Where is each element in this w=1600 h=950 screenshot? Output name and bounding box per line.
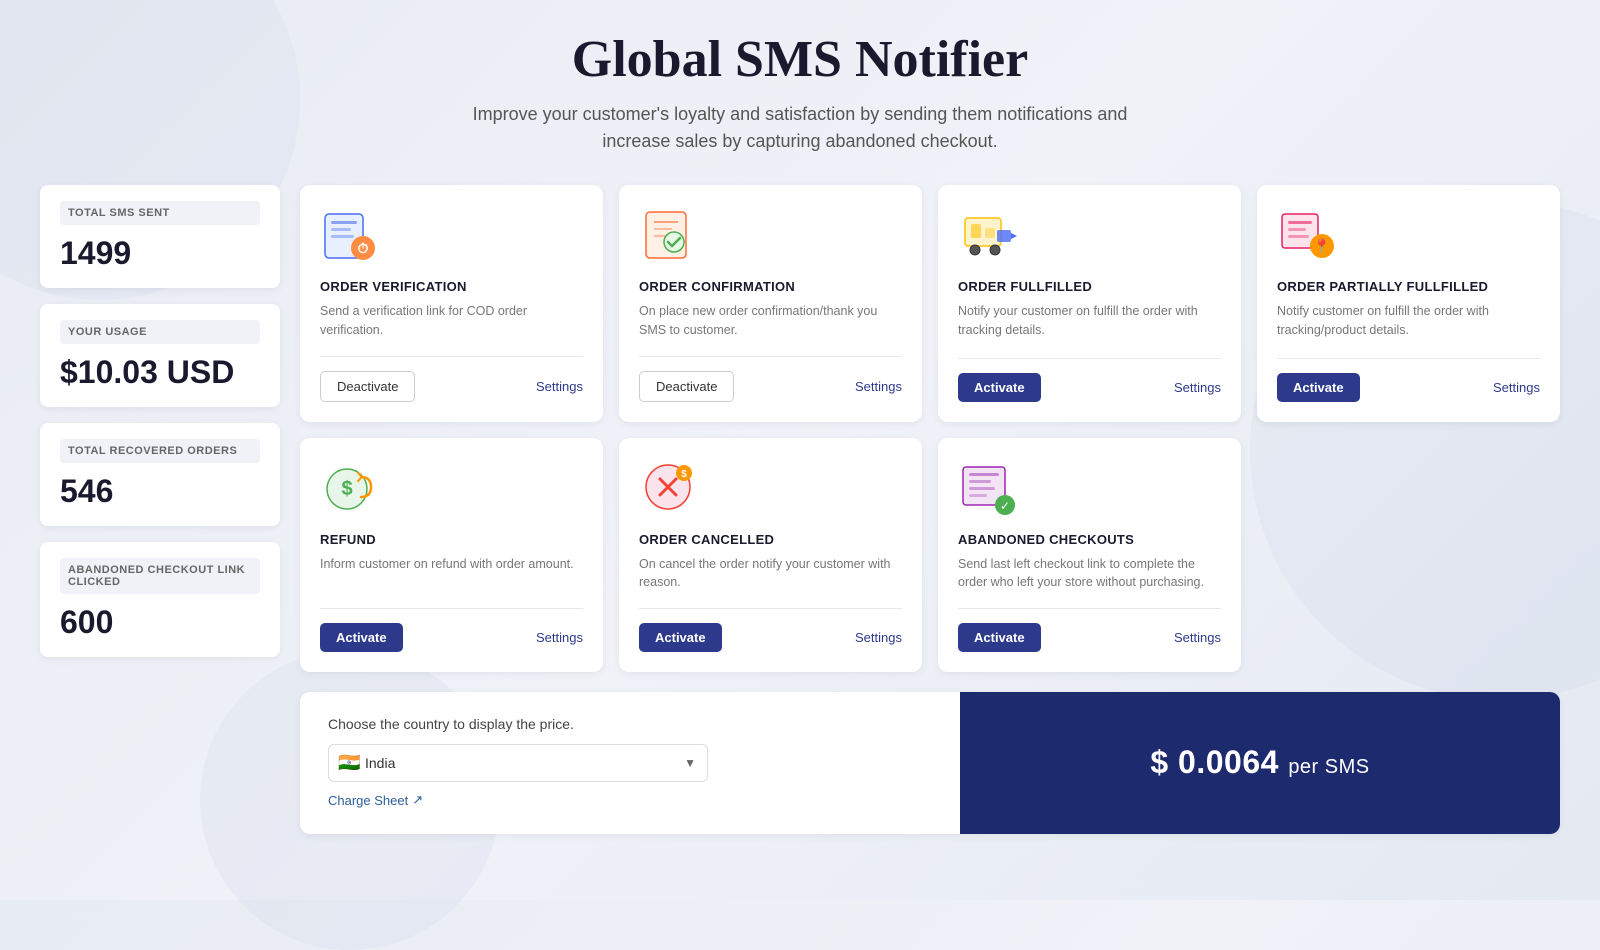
order-confirmation-primary-btn[interactable]: Deactivate: [639, 371, 734, 402]
bottom-section: Choose the country to display the price.…: [300, 692, 1560, 834]
abandoned-checkouts-primary-btn[interactable]: Activate: [958, 623, 1041, 652]
chevron-down-icon: ▼: [684, 756, 696, 770]
order-verification-icon: ⏱: [320, 205, 380, 265]
stat-label-usage: YOUR USAGE: [60, 320, 260, 344]
svg-text:$: $: [341, 478, 352, 500]
svg-text:$: $: [681, 469, 687, 480]
order-cancelled-actions: Activate Settings: [639, 623, 902, 652]
order-confirmation-settings-btn[interactable]: Settings: [855, 379, 902, 394]
price-unit: per SMS: [1288, 756, 1369, 778]
abandoned-checkouts-settings-btn[interactable]: Settings: [1174, 630, 1221, 645]
header: Global SMS Notifier Improve your custome…: [40, 30, 1560, 155]
order-verification-title: ORDER VERIFICATION: [320, 279, 583, 294]
stat-card-recovered-orders: TOTAL RECOVERED ORDERS 546: [40, 423, 280, 526]
card-order-fulfilled: ORDER FULLFILLED Notify your customer on…: [938, 185, 1241, 422]
order-fulfilled-icon: [958, 205, 1018, 265]
order-verification-primary-btn[interactable]: Deactivate: [320, 371, 415, 402]
svg-text:📍: 📍: [1313, 238, 1330, 255]
stat-value-sms-sent: 1499: [60, 231, 131, 275]
order-cancelled-primary-btn[interactable]: Activate: [639, 623, 722, 652]
refund-actions: Activate Settings: [320, 623, 583, 652]
page-title: Global SMS Notifier: [40, 30, 1560, 89]
stat-value-recovered-orders: 546: [60, 469, 113, 513]
refund-title: REFUND: [320, 532, 583, 547]
order-fulfilled-desc: Notify your customer on fulfill the orde…: [958, 302, 1221, 342]
price-display: $ 0.0064 per SMS: [1150, 744, 1369, 781]
country-select[interactable]: India United States United Kingdom: [328, 744, 708, 782]
india-flag-icon: 🇮🇳: [338, 753, 360, 774]
order-fulfilled-settings-btn[interactable]: Settings: [1174, 380, 1221, 395]
svg-text:⏱: ⏱: [358, 240, 369, 256]
stat-card-usage: YOUR USAGE $10.03 USD: [40, 304, 280, 407]
refund-primary-btn[interactable]: Activate: [320, 623, 403, 652]
card-order-cancelled: $ ORDER CANCELLED On cancel the order no…: [619, 438, 922, 673]
order-verification-settings-btn[interactable]: Settings: [536, 379, 583, 394]
order-partial-primary-btn[interactable]: Activate: [1277, 373, 1360, 402]
svg-text:✓: ✓: [1000, 499, 1010, 513]
stat-card-sms-sent: TOTAL SMS SENT 1499: [40, 185, 280, 288]
stat-value-usage: $10.03 USD: [60, 350, 234, 394]
country-select-wrapper: 🇮🇳 India United States United Kingdom ▼: [328, 744, 708, 782]
external-link-icon: ↗: [412, 792, 423, 808]
stat-label-recovered-orders: TOTAL RECOVERED ORDERS: [60, 439, 260, 463]
order-partial-settings-btn[interactable]: Settings: [1493, 380, 1540, 395]
stat-card-checkout-link: ABANDONED CHECKOUT LINK CLICKED 600: [40, 542, 280, 657]
abandoned-checkouts-title: ABANDONED CHECKOUTS: [958, 532, 1221, 547]
card-order-verification: ⏱ ORDER VERIFICATION Send a verification…: [300, 185, 603, 422]
order-cancelled-title: ORDER CANCELLED: [639, 532, 902, 547]
order-partial-icon: 📍: [1277, 205, 1337, 265]
page-subtitle: Improve your customer's loyalty and sati…: [40, 101, 1560, 155]
order-confirmation-icon: [639, 205, 699, 265]
card-order-confirmation: ORDER CONFIRMATION On place new order co…: [619, 185, 922, 422]
stat-label-sms-sent: TOTAL SMS SENT: [60, 201, 260, 225]
order-fulfilled-title: ORDER FULLFILLED: [958, 279, 1221, 294]
order-cancelled-icon: $: [639, 458, 699, 518]
order-confirmation-actions: Deactivate Settings: [639, 371, 902, 402]
order-verification-desc: Send a verification link for COD order v…: [320, 302, 583, 340]
content-area: ⏱ ORDER VERIFICATION Send a verification…: [300, 185, 1560, 834]
price-amount: $ 0.0064: [1150, 744, 1279, 780]
order-fulfilled-primary-btn[interactable]: Activate: [958, 373, 1041, 402]
cards-grid: ⏱ ORDER VERIFICATION Send a verification…: [300, 185, 1560, 672]
order-verification-actions: Deactivate Settings: [320, 371, 583, 402]
card-order-partial: 📍 ORDER PARTIALLY FULLFILLED Notify cust…: [1257, 185, 1560, 422]
stat-label-checkout-link: ABANDONED CHECKOUT LINK CLICKED: [60, 558, 260, 594]
card-refund: $ REFUND Inform customer on refund with …: [300, 438, 603, 673]
abandoned-checkouts-desc: Send last left checkout link to complete…: [958, 555, 1221, 593]
order-cancelled-desc: On cancel the order notify your customer…: [639, 555, 902, 593]
order-cancelled-settings-btn[interactable]: Settings: [855, 630, 902, 645]
price-banner: $ 0.0064 per SMS: [960, 692, 1560, 834]
country-selector: Choose the country to display the price.…: [300, 692, 960, 834]
refund-icon: $: [320, 458, 380, 518]
order-partial-title: ORDER PARTIALLY FULLFILLED: [1277, 279, 1540, 294]
charge-sheet-link[interactable]: Charge Sheet ↗: [328, 792, 423, 808]
stats-sidebar: TOTAL SMS SENT 1499 YOUR USAGE $10.03 US…: [40, 185, 280, 657]
refund-desc: Inform customer on refund with order amo…: [320, 555, 583, 593]
main-layout: TOTAL SMS SENT 1499 YOUR USAGE $10.03 US…: [40, 185, 1560, 834]
order-confirmation-desc: On place new order confirmation/thank yo…: [639, 302, 902, 340]
order-fulfilled-actions: Activate Settings: [958, 373, 1221, 402]
order-partial-actions: Activate Settings: [1277, 373, 1540, 402]
abandoned-checkouts-icon: ✓: [958, 458, 1018, 518]
stat-value-checkout-link: 600: [60, 600, 113, 644]
card-abandoned-checkouts: ✓ ABANDONED CHECKOUTS Send last left che…: [938, 438, 1241, 673]
order-partial-desc: Notify customer on fulfill the order wit…: [1277, 302, 1540, 342]
order-confirmation-title: ORDER CONFIRMATION: [639, 279, 902, 294]
abandoned-checkouts-actions: Activate Settings: [958, 623, 1221, 652]
country-label: Choose the country to display the price.: [328, 716, 932, 732]
refund-settings-btn[interactable]: Settings: [536, 630, 583, 645]
